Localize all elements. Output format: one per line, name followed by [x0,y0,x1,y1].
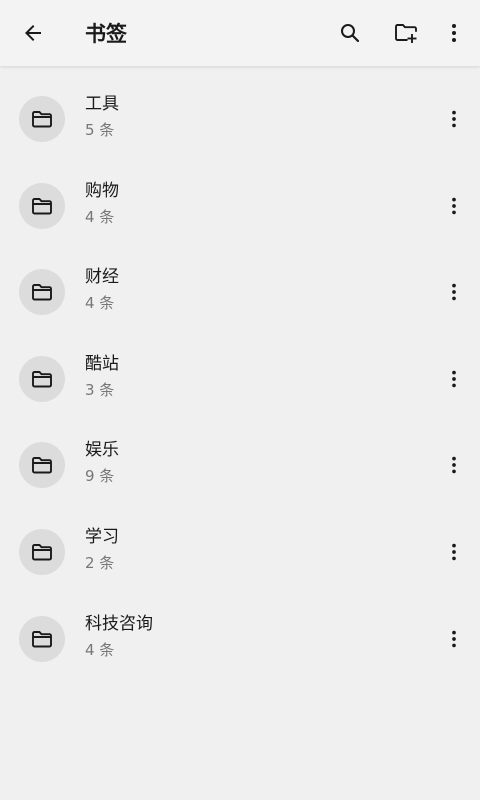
bookmarks-screen: 书签 工具 5 条 购物 4 条 财经 4 条 酷站 3 条 娱乐 9 条 学习… [0,0,480,800]
more-vert-icon [452,543,456,561]
overflow-menu-button[interactable] [432,11,476,55]
more-vert-icon [452,283,456,301]
top-app-bar: 书签 [0,0,480,66]
folder-more-button[interactable] [436,101,472,137]
folder-list-item[interactable]: 财经 4 条 [0,249,480,336]
folder-list-item[interactable]: 购物 4 条 [0,163,480,250]
folder-more-button[interactable] [436,361,472,397]
folder-name: 购物 [85,180,119,201]
folder-count: 4 条 [85,640,115,659]
more-vert-icon [452,370,456,388]
folder-avatar [19,269,65,316]
folder-more-button[interactable] [436,621,472,657]
folder-icon [32,111,52,128]
folder-count: 4 条 [85,294,115,313]
folder-icon [32,197,52,215]
folder-avatar [19,355,65,402]
create-new-folder-icon [395,24,417,43]
folder-name: 学习 [85,526,119,547]
folder-icon [32,630,52,648]
folder-name: 工具 [85,94,119,114]
page-title: 书签 [85,22,127,46]
back-button[interactable] [11,11,55,55]
folder-count: 3 条 [85,380,115,399]
folder-avatar [19,96,65,142]
folder-more-button[interactable] [436,274,472,310]
more-vert-icon [452,197,456,214]
folder-more-button[interactable] [436,534,472,570]
folder-count: 5 条 [85,121,115,139]
folder-icon [32,284,52,301]
folder-avatar [19,528,65,575]
arrow-back-icon [25,25,41,41]
folder-count: 9 条 [85,467,115,486]
folder-avatar [19,182,65,229]
folder-name: 娱乐 [85,440,119,461]
folder-count: 2 条 [85,553,115,572]
more-vert-icon [452,24,456,42]
folder-list-item[interactable]: 酷站 3 条 [0,336,480,423]
folder-list-item[interactable]: 娱乐 9 条 [0,422,480,509]
folder-name: 科技咨询 [85,613,153,634]
folder-icon [32,457,52,474]
new-folder-button[interactable] [384,11,428,55]
folder-avatar [19,615,65,662]
more-vert-icon [452,110,456,128]
more-vert-icon [452,630,456,647]
folder-icon [32,544,52,561]
folder-name: 酷站 [85,353,119,374]
folder-more-button[interactable] [436,447,472,483]
search-button[interactable] [328,11,372,55]
folder-icon [32,370,52,388]
folder-count: 4 条 [85,207,115,226]
folder-list-item[interactable]: 工具 5 条 [0,76,480,163]
search-icon [341,24,360,43]
folder-name: 财经 [85,267,119,288]
folder-avatar [19,442,65,489]
folder-list-item[interactable]: 学习 2 条 [0,509,480,596]
more-vert-icon [452,457,456,474]
folder-more-button[interactable] [436,188,472,224]
folder-list-item[interactable]: 科技咨询 4 条 [0,596,480,683]
bookmark-folder-list: 工具 5 条 购物 4 条 财经 4 条 酷站 3 条 娱乐 9 条 学习 2 … [0,76,480,682]
